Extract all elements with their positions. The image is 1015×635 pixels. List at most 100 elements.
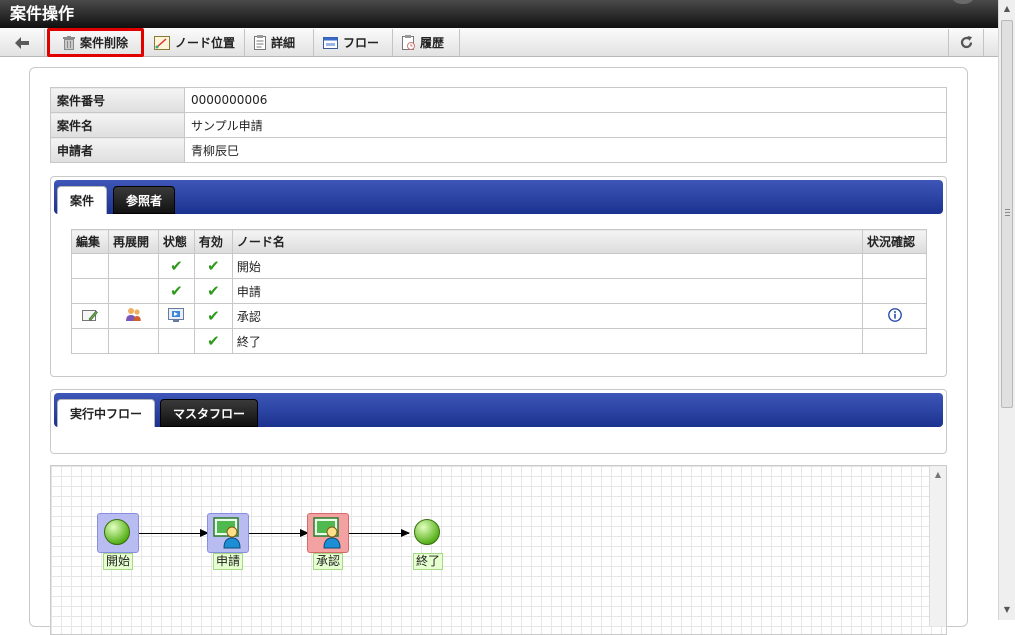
monitor-icon[interactable] (168, 307, 185, 322)
node-position-label: ノード位置 (175, 36, 236, 50)
flow-connector (349, 529, 410, 537)
history-label: 履歴 (420, 36, 445, 50)
check-status-cell (862, 303, 927, 329)
titlebar-corner-decoration (952, 0, 974, 4)
table-row: 案件名 サンプル申請 (50, 112, 947, 138)
history-button[interactable]: 履歴 (394, 29, 460, 56)
arrow-left-icon (15, 36, 29, 49)
status-cell: ✔ (157, 253, 195, 279)
node-name-cell: 終了 (231, 328, 864, 354)
applicant-value: 青柳辰巳 (184, 137, 947, 163)
check-icon: ✔ (207, 332, 220, 350)
back-button[interactable] (0, 29, 45, 56)
flow-node-label: 終了 (413, 553, 444, 570)
reopen-cell (107, 278, 159, 304)
clipboard-icon (254, 35, 266, 50)
reload-button[interactable] (948, 29, 984, 56)
flow-window-icon (323, 36, 338, 49)
valid-cell: ✔ (193, 278, 233, 304)
edit-cell (71, 303, 109, 329)
node-name-cell: 申請 (231, 278, 864, 304)
reopen-cell (107, 328, 159, 354)
tab-master-flow[interactable]: マスタフロー (160, 399, 259, 427)
table-row: 案件番号 0000000006 (50, 87, 947, 113)
users-icon[interactable] (125, 307, 142, 322)
check-status-cell (862, 253, 927, 279)
detail-label: 詳細 (271, 36, 296, 50)
scroll-up-arrow-icon[interactable]: ▲ (999, 1, 1015, 17)
node-position-icon (154, 35, 170, 50)
check-icon: ✔ (170, 282, 183, 300)
info-icon[interactable] (887, 307, 902, 322)
flow-connector (249, 529, 309, 537)
matter-info-table: 案件番号 0000000006 案件名 サンプル申請 申請者 青柳辰巳 (50, 87, 947, 163)
col-edit: 編集 (71, 229, 109, 254)
matter-name-key: 案件名 (50, 112, 185, 138)
applicant-key: 申請者 (50, 137, 185, 163)
valid-cell: ✔ (193, 253, 233, 279)
flow-tab-panel: 実行中フロー マスタフロー (50, 389, 947, 454)
delete-matter-button[interactable]: 案件削除 (47, 28, 144, 57)
matter-name-value: サンプル申請 (184, 112, 947, 138)
node-table-header: 編集 再展開 状態 有効 ノード名 状況確認 (71, 229, 927, 254)
matter-tab-bar: 案件 参照者 (54, 180, 943, 214)
window-title: 案件操作 (10, 4, 75, 23)
delete-matter-label: 案件削除 (79, 36, 128, 50)
col-reopen: 再展開 (107, 229, 159, 254)
check-status-cell (862, 328, 927, 354)
page-scrollbar[interactable]: ▲ ▼ (998, 0, 1015, 620)
flow-canvas[interactable] (50, 465, 947, 635)
flow-connector (139, 529, 209, 537)
flow-tab-bar: 実行中フロー マスタフロー (54, 393, 943, 427)
reopen-cell (107, 303, 159, 329)
start-circle-icon (104, 519, 130, 545)
check-status-cell (862, 278, 927, 304)
table-row: ✔ 承認 (71, 303, 927, 329)
user-task-icon (213, 517, 241, 549)
scroll-up-arrow-icon[interactable]: ▲ (930, 470, 946, 479)
reopen-cell (107, 253, 159, 279)
flow-node-label: 申請 (213, 553, 244, 570)
check-icon: ✔ (207, 257, 220, 275)
edit-cell (71, 328, 109, 354)
status-cell (157, 328, 195, 354)
page-scrollbar-thumb[interactable] (1001, 20, 1013, 408)
scroll-down-arrow-icon[interactable]: ▼ (999, 602, 1015, 618)
table-row: ✔ 終了 (71, 328, 927, 354)
tab-matter[interactable]: 案件 (57, 186, 108, 214)
toolbar: 案件削除 ノード位置 詳細 フロー 履歴 (0, 28, 998, 57)
matter-number-value: 0000000006 (184, 87, 947, 113)
node-name-cell: 開始 (231, 253, 864, 279)
flow-canvas-scrollbar[interactable]: ▲ (929, 466, 946, 626)
table-row: ✔ ✔ 申請 (71, 278, 927, 304)
edit-cell (71, 278, 109, 304)
trash-icon (62, 35, 75, 50)
tab-running-flow[interactable]: 実行中フロー (57, 399, 156, 427)
window-titlebar: 案件操作 (0, 0, 998, 28)
flow-node-label: 承認 (313, 553, 344, 570)
node-position-button[interactable]: ノード位置 (146, 29, 245, 56)
matter-tab-panel: 案件 参照者 編集 再展開 状態 有効 ノード名 状況確認 ✔ ✔ 開始 ✔ ✔… (50, 176, 947, 377)
scroll-grip-icon (1005, 209, 1010, 216)
col-node-name: ノード名 (231, 229, 864, 254)
col-check-status: 状況確認 (862, 229, 927, 254)
end-circle-icon (414, 519, 440, 545)
user-task-icon (313, 517, 341, 549)
detail-button[interactable]: 詳細 (246, 29, 314, 56)
status-cell (157, 303, 195, 329)
check-icon: ✔ (170, 257, 183, 275)
table-row: 申請者 青柳辰巳 (50, 137, 947, 163)
valid-cell: ✔ (193, 328, 233, 354)
flow-button[interactable]: フロー (315, 29, 393, 56)
flow-node-label: 開始 (103, 553, 134, 570)
node-name-cell: 承認 (231, 303, 864, 329)
tab-viewers[interactable]: 参照者 (113, 186, 176, 214)
reload-icon (960, 36, 972, 49)
edit-icon[interactable] (81, 308, 98, 322)
col-status: 状態 (157, 229, 195, 254)
valid-cell: ✔ (193, 303, 233, 329)
history-clipboard-icon (402, 35, 415, 50)
edit-cell (71, 253, 109, 279)
col-valid: 有効 (193, 229, 233, 254)
status-cell: ✔ (157, 278, 195, 304)
